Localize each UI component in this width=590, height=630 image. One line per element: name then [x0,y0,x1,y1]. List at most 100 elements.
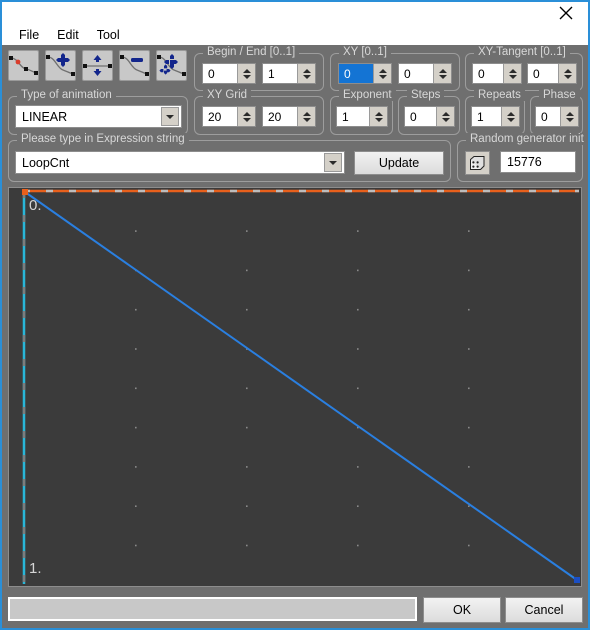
spin-up-icon[interactable] [438,68,447,73]
curve-end-handle[interactable] [574,577,580,583]
animation-type-combobox[interactable]: LINEAR [15,105,182,128]
xy-grid-y-spin-arrows[interactable] [297,107,315,126]
ok-button[interactable]: OK [423,597,501,623]
spin-down-icon[interactable] [441,117,450,122]
graph-canvas[interactable]: 0. 1. [9,188,581,586]
xy-tangent-y-spin[interactable] [527,63,577,84]
spin-up-icon[interactable] [565,111,574,116]
spin-down-icon[interactable] [242,74,251,79]
update-button[interactable]: Update [354,151,444,175]
xy-tangent-y-input[interactable] [528,64,558,83]
spin-down-icon[interactable] [508,74,517,79]
repeats-spin[interactable] [471,106,520,127]
add-point-icon [46,53,75,76]
end-spin-arrows[interactable] [297,64,315,83]
xy-tangent-group: XY-Tangent [0..1] [465,46,583,91]
spin-down-icon[interactable] [506,117,515,122]
cancel-button[interactable]: Cancel [505,597,583,623]
spin-up-icon[interactable] [302,111,311,116]
spin-up-icon[interactable] [242,111,251,116]
move-vertical-tool-button[interactable] [82,50,113,81]
chevron-down-icon[interactable] [161,107,179,126]
animation-curve-graph[interactable]: 0. 1. [8,187,582,587]
spin-down-icon[interactable] [563,74,572,79]
spin-up-icon[interactable] [508,68,517,73]
spin-up-icon[interactable] [441,111,450,116]
menu-item-file[interactable]: File [10,26,48,44]
spin-down-icon[interactable] [242,117,251,122]
xy-grid-x-input[interactable] [203,107,237,126]
chevron-down-icon[interactable] [324,153,342,172]
random-seed-input[interactable]: 15776 [500,151,576,173]
xy-tangent-x-spin-arrows[interactable] [503,64,521,83]
phase-spin-arrows[interactable] [560,107,578,126]
repeats-input[interactable] [472,107,501,126]
steps-spin[interactable] [404,106,455,127]
move-all-tool-button[interactable] [156,50,187,81]
xy-grid-x-spin-arrows[interactable] [237,107,255,126]
begin-spin[interactable] [202,63,256,84]
spin-up-icon[interactable] [506,111,515,116]
spin-down-icon[interactable] [438,74,447,79]
exponent-input[interactable] [337,107,369,126]
xy-x-spin-arrows[interactable] [373,64,391,83]
begin-spin-arrows[interactable] [237,64,255,83]
xy-y-spin[interactable] [398,63,452,84]
xy-grid-y-spin[interactable] [262,106,316,127]
xy-y-input[interactable] [399,64,433,83]
spin-down-icon[interactable] [302,117,311,122]
steps-group-title: Steps [407,89,445,101]
end-spin[interactable] [262,63,316,84]
animation-type-value: LINEAR [22,109,68,124]
xy-grid-y-input[interactable] [263,107,297,126]
spin-up-icon[interactable] [563,68,572,73]
begin-end-group-title: Begin / End [0..1] [203,46,300,58]
spin-down-icon[interactable] [378,74,387,79]
expression-combobox[interactable]: LoopCnt [15,151,345,174]
exponent-spin[interactable] [336,106,388,127]
spin-down-icon[interactable] [565,117,574,122]
remove-point-tool-button[interactable] [119,50,150,81]
curve-point-tool-button[interactable] [8,50,39,81]
steps-group: Steps [398,89,460,135]
phase-input[interactable] [536,107,560,126]
curve-start-handle[interactable] [22,189,28,195]
xy-tangent-x-spin[interactable] [472,63,522,84]
xy-x-input[interactable] [339,64,373,83]
phase-group: Phase [530,89,583,135]
xy-tangent-x-input[interactable] [473,64,503,83]
random-dice-button[interactable] [465,151,490,175]
xy-x-spin[interactable] [338,63,392,84]
phase-spin[interactable] [535,106,579,127]
end-input[interactable] [263,64,297,83]
dice-icon [470,155,485,170]
close-button[interactable] [544,2,588,24]
exponent-spin-arrows[interactable] [369,107,387,126]
xy-y-spin-arrows[interactable] [433,64,451,83]
spin-up-icon[interactable] [374,111,383,116]
xy-grid-group: XY Grid [194,89,324,135]
random-generator-group-title: Random generator init [466,133,588,145]
xy-grid-x-spin[interactable] [202,106,256,127]
repeats-spin-arrows[interactable] [501,107,519,126]
menu-item-tool[interactable]: Tool [88,26,129,44]
status-field[interactable] [8,597,417,621]
move-all-icon [157,54,186,76]
curve-point-icon [9,56,38,75]
graph-background [9,188,581,586]
spin-up-icon[interactable] [302,68,311,73]
steps-spin-arrows[interactable] [436,107,454,126]
menu-item-edit[interactable]: Edit [48,26,88,44]
exponent-group-title: Exponent [339,89,396,101]
begin-input[interactable] [203,64,237,83]
spin-down-icon[interactable] [302,74,311,79]
spin-up-icon[interactable] [378,68,387,73]
spin-down-icon[interactable] [374,117,383,122]
xy-group-title: XY [0..1] [339,46,391,58]
add-point-tool-button[interactable] [45,50,76,81]
phase-group-title: Phase [539,89,580,101]
spin-up-icon[interactable] [242,68,251,73]
toolbar [8,50,187,81]
steps-input[interactable] [405,107,436,126]
xy-tangent-y-spin-arrows[interactable] [558,64,576,83]
